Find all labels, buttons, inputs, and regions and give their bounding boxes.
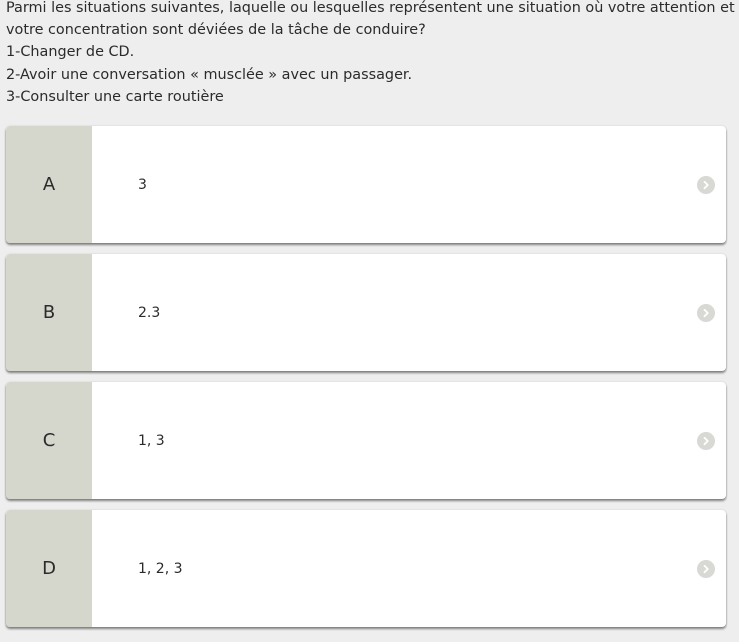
answer-letter-panel: C [6, 382, 92, 499]
answer-option-b[interactable]: B 2.3 [6, 254, 726, 371]
answer-option-a[interactable]: A 3 [6, 126, 726, 243]
answer-text: 2.3 [138, 304, 161, 321]
chevron-right-circle-icon [697, 431, 715, 450]
answer-option-d[interactable]: D 1, 2, 3 [6, 510, 726, 627]
answer-letter: B [42, 302, 56, 323]
answer-list: A 3 B 2.3 C 1, 3 D 1, 2, 3 [6, 126, 726, 638]
answer-option-c[interactable]: C 1, 3 [6, 382, 726, 499]
question-option-line: 3-Consulter une carte routière [6, 88, 224, 105]
answer-text: 1, 2, 3 [138, 560, 183, 577]
question-option-line: 1-Changer de CD. [6, 44, 135, 61]
answer-text: 3 [138, 176, 147, 193]
chevron-right-circle-icon [697, 303, 715, 322]
chevron-right-circle-icon [697, 559, 715, 578]
answer-letter-panel: A [6, 126, 92, 243]
answer-letter: D [42, 558, 56, 579]
answer-letter-panel: B [6, 254, 92, 371]
question-text: Parmi les situations suivantes, laquelle… [6, 0, 735, 108]
answer-text: 1, 3 [138, 432, 165, 449]
question-line: votre concentration sont déviées de la t… [6, 22, 426, 39]
answer-letter: A [42, 174, 56, 195]
answer-letter-panel: D [6, 510, 92, 627]
answer-letter: C [42, 430, 56, 451]
chevron-right-circle-icon [697, 175, 715, 194]
question-option-line: 2-Avoir une conversation « musclée » ave… [6, 66, 413, 83]
question-line: Parmi les situations suivantes, laquelle… [6, 0, 735, 16]
